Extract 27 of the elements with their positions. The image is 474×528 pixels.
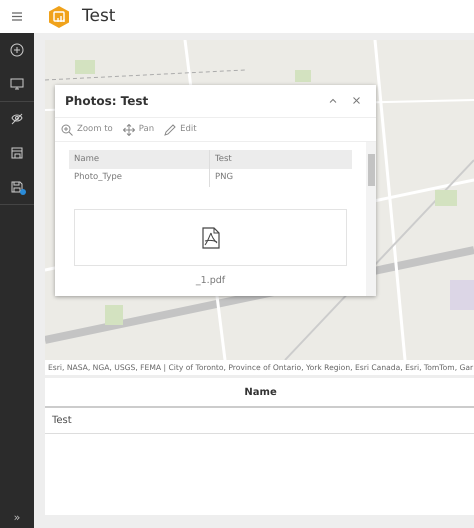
add-icon — [10, 43, 24, 57]
table-cell: Test — [45, 408, 474, 434]
menu-button[interactable] — [12, 12, 22, 21]
app-logo-icon — [48, 4, 70, 28]
save-icon — [10, 180, 24, 194]
move-icon — [122, 124, 135, 136]
attachment-tile[interactable] — [74, 209, 347, 266]
toolbar-button[interactable]: Zoom to — [61, 123, 113, 136]
pdf-file-icon — [202, 226, 220, 248]
zoom-in-icon — [61, 124, 73, 136]
toolbar-button[interactable]: Edit — [164, 123, 197, 136]
column-header[interactable]: Name — [45, 378, 474, 408]
toolbar-button[interactable]: Pan — [122, 123, 154, 136]
close-icon — [353, 97, 360, 104]
monitor-icon — [10, 77, 24, 91]
attachment-name: _1.pdf — [194, 274, 226, 288]
field-name: Name — [69, 150, 210, 168]
field-value: Test — [214, 152, 233, 166]
field-value: PNG — [214, 171, 234, 184]
chevron-up-icon — [329, 98, 337, 104]
pencil-icon — [164, 124, 176, 136]
expand-button[interactable]: » — [14, 506, 20, 528]
hidden-eye-icon — [10, 112, 24, 126]
field-name: Photo_Type — [69, 168, 210, 187]
print-icon — [10, 146, 24, 160]
popup-title: Photos: Test — [65, 93, 150, 110]
app-title: Test — [82, 4, 116, 28]
